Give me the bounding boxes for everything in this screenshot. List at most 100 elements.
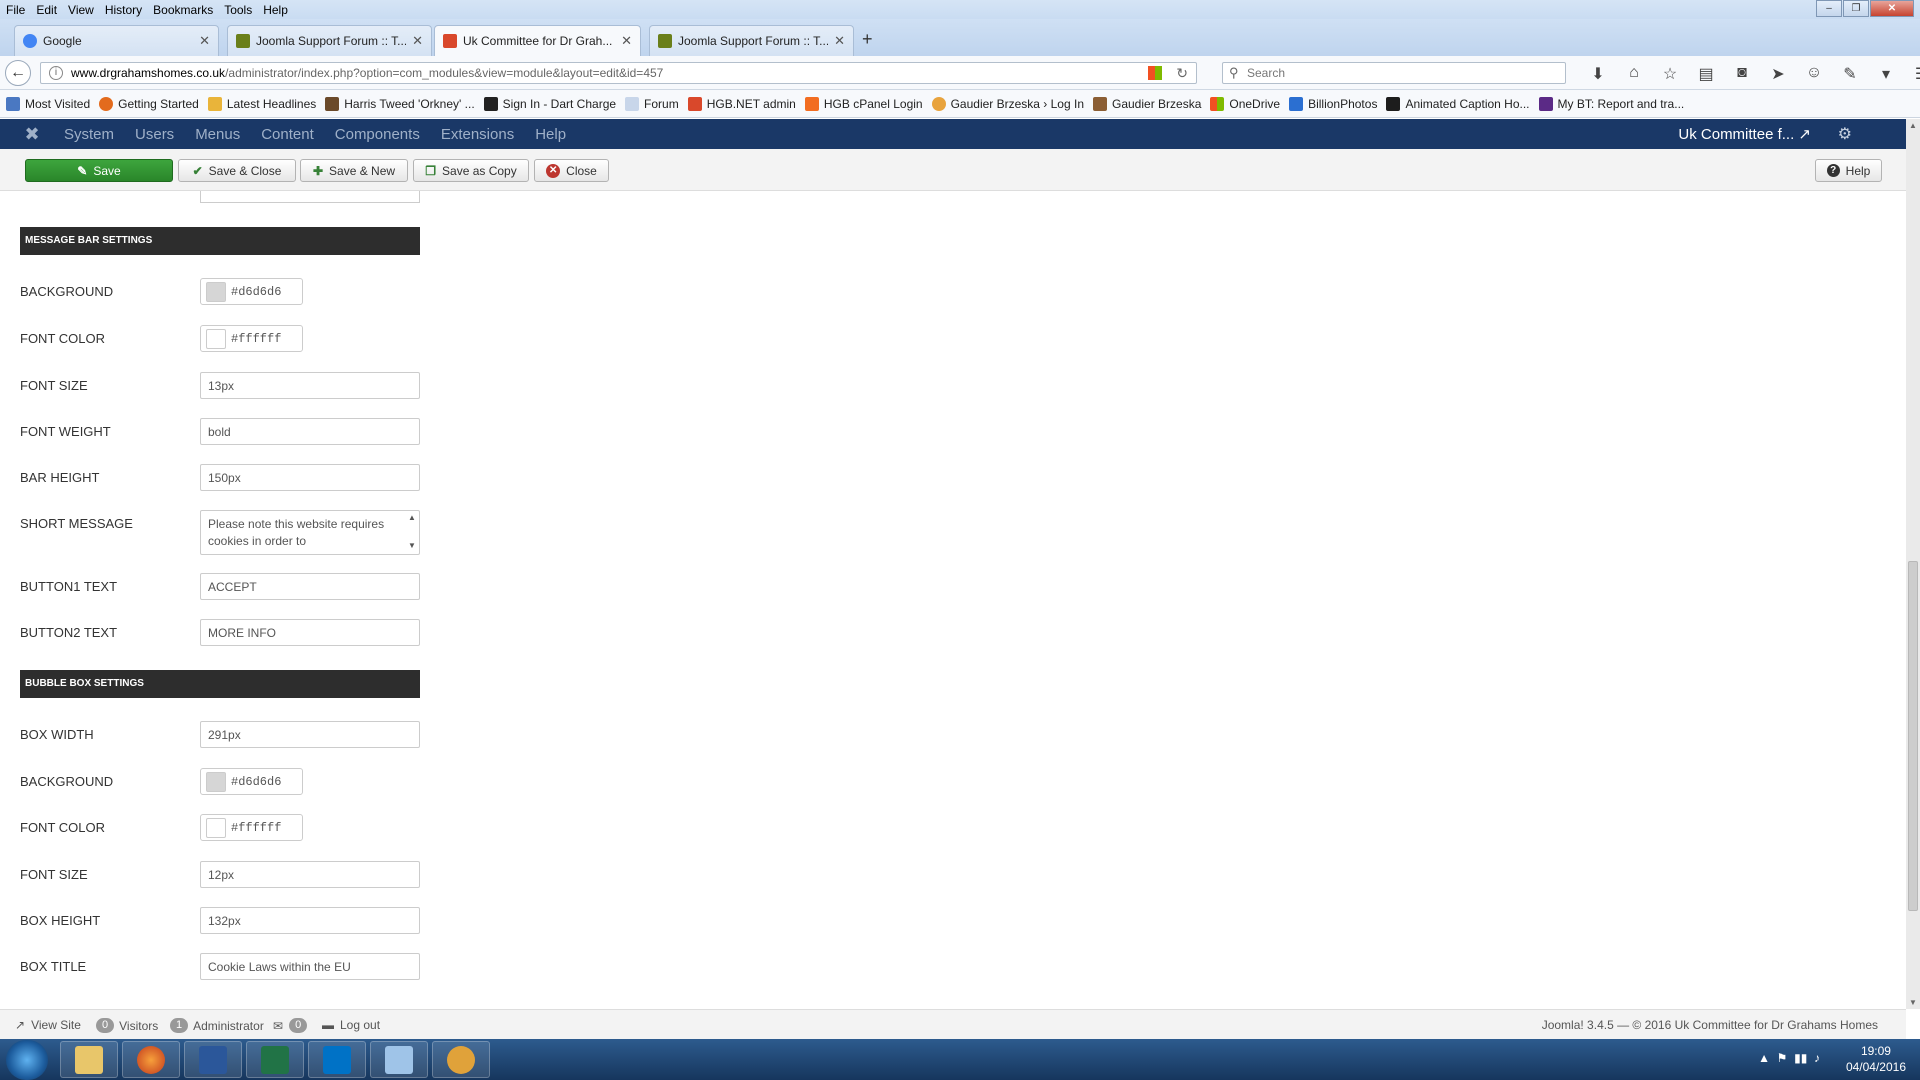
excel-taskbar-icon[interactable]: [246, 1041, 304, 1078]
bookmark-most-visited[interactable]: Most Visited: [6, 96, 90, 111]
close-tab-icon[interactable]: ✕: [199, 33, 210, 49]
bookmark-my-bt[interactable]: My BT: Report and tra...: [1538, 96, 1684, 111]
color-swatch[interactable]: [206, 771, 226, 792]
download-icon[interactable]: ⬇: [1580, 64, 1616, 84]
mb-button2-input[interactable]: [200, 619, 420, 646]
save-new-button[interactable]: ✚ Save & New: [300, 159, 408, 182]
menu-edit[interactable]: Edit: [36, 3, 57, 17]
url-bar[interactable]: i www.drgrahamshomes.co.uk/administrator…: [40, 62, 1197, 84]
extension-icon[interactable]: [1148, 66, 1162, 80]
nav-users[interactable]: Users: [135, 126, 174, 143]
bookmark-billionphotos[interactable]: BillionPhotos: [1289, 96, 1377, 111]
bb-box-width-input[interactable]: [200, 721, 420, 748]
start-button-icon[interactable]: [6, 1040, 48, 1080]
bookmark-getting-started[interactable]: Getting Started: [99, 96, 199, 111]
app-taskbar-icon[interactable]: [370, 1041, 428, 1078]
gear-icon[interactable]: ⚙: [1838, 124, 1852, 144]
messages-status[interactable]: ✉ 0: [273, 1018, 312, 1033]
tab-joomla-forum-2[interactable]: Joomla Support Forum :: T... ✕: [649, 25, 854, 56]
save-close-button[interactable]: ✔ Save & Close: [178, 159, 296, 182]
taskbar-clock[interactable]: 19:09 04/04/2016: [1846, 1043, 1906, 1075]
mb-short-message-textarea[interactable]: Please note this website requires cookie…: [200, 510, 420, 555]
bookmark-gaudier-login[interactable]: Gaudier Brzeska › Log In: [931, 96, 1084, 111]
bb-background-color-picker[interactable]: #d6d6d6: [200, 768, 303, 795]
joomla-logo-icon[interactable]: ✖: [0, 124, 64, 145]
chat-icon[interactable]: ☺: [1796, 64, 1832, 84]
bookmark-gaudier[interactable]: Gaudier Brzeska: [1093, 96, 1201, 111]
nav-components[interactable]: Components: [335, 126, 420, 143]
overflow-icon[interactable]: ▾: [1868, 64, 1904, 84]
tab-google[interactable]: Google ✕: [14, 25, 219, 56]
save-button[interactable]: ✎ Save: [25, 159, 173, 182]
explorer-taskbar-icon[interactable]: [60, 1041, 118, 1078]
mb-font-size-input[interactable]: [200, 372, 420, 399]
page-scrollbar[interactable]: ▲ ▼: [1906, 119, 1920, 1009]
minimize-icon[interactable]: –: [1816, 0, 1842, 17]
site-link[interactable]: Uk Committee f... ↗: [1678, 125, 1811, 143]
reading-list-icon[interactable]: ▤: [1688, 64, 1724, 84]
reload-icon[interactable]: ↻: [1176, 65, 1188, 82]
bookmark-animated-caption[interactable]: Animated Caption Ho...: [1386, 96, 1530, 111]
scroll-up-icon[interactable]: ▲: [1906, 121, 1920, 130]
menu-bookmarks[interactable]: Bookmarks: [153, 3, 213, 17]
star-icon[interactable]: ☆: [1652, 64, 1688, 84]
menu-view[interactable]: View: [68, 3, 94, 17]
bb-font-color-picker[interactable]: #ffffff: [200, 814, 303, 841]
nav-extensions[interactable]: Extensions: [441, 126, 514, 143]
tab-uk-committee[interactable]: Uk Committee for Dr Grah... ✕: [434, 25, 641, 56]
save-copy-button[interactable]: ❐ Save as Copy: [413, 159, 529, 182]
bookmark-onedrive[interactable]: OneDrive: [1210, 96, 1280, 111]
view-site-link[interactable]: ↗ View Site: [15, 1018, 81, 1032]
bb-box-title-input[interactable]: [200, 953, 420, 980]
close-tab-icon[interactable]: ✕: [412, 33, 423, 49]
mb-background-color-picker[interactable]: #d6d6d6: [200, 278, 303, 305]
system-tray-icons[interactable]: ▲ ⚑ ▮▮ ♪: [1758, 1051, 1820, 1065]
nav-menus[interactable]: Menus: [195, 126, 240, 143]
close-tab-icon[interactable]: ✕: [621, 33, 632, 49]
menu-file[interactable]: File: [6, 3, 25, 17]
nav-content[interactable]: Content: [261, 126, 314, 143]
menu-history[interactable]: History: [105, 3, 142, 17]
mb-font-color-picker[interactable]: #ffffff: [200, 325, 303, 352]
bookmark-hgb-cpanel[interactable]: HGB cPanel Login: [804, 96, 923, 111]
firefox-taskbar-icon[interactable]: [122, 1041, 180, 1078]
scrollbar-thumb[interactable]: [1908, 561, 1918, 911]
new-tab-icon[interactable]: +: [862, 29, 873, 50]
scroll-down-icon[interactable]: ▼: [1906, 998, 1920, 1007]
nav-system[interactable]: System: [64, 126, 114, 143]
help-button[interactable]: ? Help: [1815, 159, 1882, 182]
bookmark-forum[interactable]: Forum: [625, 96, 679, 111]
bookmark-harris-tweed[interactable]: Harris Tweed 'Orkney' ...: [325, 96, 475, 111]
bookmark-hgb-admin[interactable]: HGB.NET admin: [687, 96, 796, 111]
search-input[interactable]: ⚲ Search: [1222, 62, 1566, 84]
logout-link[interactable]: ▬ Log out: [322, 1018, 380, 1032]
window-close-icon[interactable]: ✕: [1870, 0, 1914, 17]
info-icon[interactable]: i: [49, 66, 63, 80]
word-taskbar-icon[interactable]: [184, 1041, 242, 1078]
bb-box-height-input[interactable]: [200, 907, 420, 934]
home-icon[interactable]: ⌂: [1616, 64, 1652, 84]
maximize-icon[interactable]: ❐: [1843, 0, 1869, 17]
menu-help[interactable]: Help: [263, 3, 288, 17]
close-button[interactable]: ✕ Close: [534, 159, 609, 182]
color-swatch[interactable]: [206, 328, 226, 349]
textarea-scrollbar[interactable]: ▲ ▼: [405, 511, 419, 554]
pocket-icon[interactable]: ◙: [1724, 64, 1760, 84]
nav-help[interactable]: Help: [535, 126, 566, 143]
hamburger-menu-icon[interactable]: ☰: [1904, 64, 1920, 84]
back-arrow-icon[interactable]: ←: [5, 60, 31, 86]
bb-font-size-input[interactable]: [200, 861, 420, 888]
mb-button1-input[interactable]: [200, 573, 420, 600]
menu-tools[interactable]: Tools: [224, 3, 252, 17]
bookmark-dart-charge[interactable]: Sign In - Dart Charge: [483, 96, 616, 111]
bookmark-latest-headlines[interactable]: Latest Headlines: [207, 96, 316, 111]
color-swatch[interactable]: [206, 817, 226, 838]
addon-icon[interactable]: ✎: [1832, 64, 1868, 84]
send-icon[interactable]: ➤: [1760, 64, 1796, 84]
paint-taskbar-icon[interactable]: [432, 1041, 490, 1078]
mb-bar-height-input[interactable]: [200, 464, 420, 491]
close-tab-icon[interactable]: ✕: [834, 33, 845, 49]
outlook-taskbar-icon[interactable]: [308, 1041, 366, 1078]
color-swatch[interactable]: [206, 281, 226, 302]
mb-font-weight-input[interactable]: [200, 418, 420, 445]
